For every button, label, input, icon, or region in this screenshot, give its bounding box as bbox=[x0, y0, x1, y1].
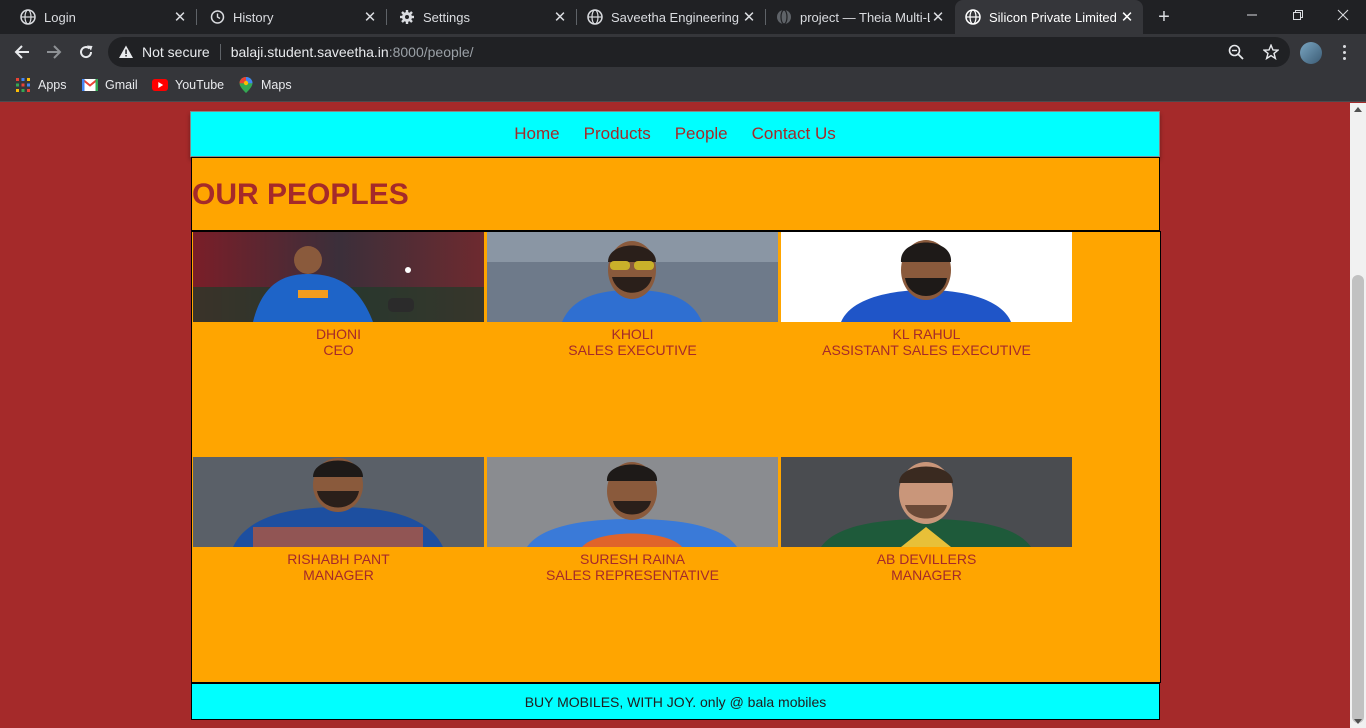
nav-products-link[interactable]: Products bbox=[584, 124, 651, 144]
page-title: OUR PEOPLES bbox=[192, 178, 409, 211]
profile-avatar[interactable] bbox=[1300, 42, 1322, 64]
bookmark-label: YouTube bbox=[175, 78, 225, 92]
heading-section: OUR PEOPLES bbox=[191, 157, 1160, 231]
person-card: SURESH RAINA SALES REPRESENTATIVE bbox=[487, 457, 778, 583]
bookmark-label: Maps bbox=[261, 78, 292, 92]
history-icon bbox=[209, 9, 225, 25]
forward-button[interactable] bbox=[40, 38, 68, 66]
back-button[interactable] bbox=[8, 38, 36, 66]
warning-icon[interactable] bbox=[118, 44, 134, 60]
person-photo bbox=[487, 457, 778, 547]
scroll-up-icon[interactable] bbox=[1354, 107, 1362, 112]
youtube-icon bbox=[152, 77, 168, 93]
person-role: SALES REPRESENTATIVE bbox=[546, 567, 719, 583]
address-bar[interactable]: Not secure balaji.student.saveetha.in:80… bbox=[108, 37, 1290, 67]
person-role: MANAGER bbox=[303, 567, 374, 583]
gear-icon bbox=[399, 9, 415, 25]
scrollbar-thumb[interactable] bbox=[1352, 275, 1364, 723]
minimize-button[interactable] bbox=[1229, 0, 1275, 30]
tab-strip: Login ✕ History ✕ Settings ✕ Saveetha En… bbox=[0, 0, 1366, 34]
address-divider bbox=[219, 44, 221, 60]
reload-icon bbox=[80, 45, 93, 59]
person-photo bbox=[193, 457, 484, 547]
tab-saveetha[interactable]: Saveetha Engineering C ✕ bbox=[577, 0, 765, 34]
site-footer: BUY MOBILES, WITH JOY. only @ bala mobil… bbox=[191, 683, 1160, 720]
person-photo bbox=[487, 232, 778, 322]
site-nav: Home Products People Contact Us bbox=[190, 111, 1160, 157]
person-role: CEO bbox=[323, 342, 354, 358]
tab-title: Settings bbox=[423, 9, 470, 25]
person-photo bbox=[193, 232, 484, 322]
page-scrollbar[interactable] bbox=[1350, 103, 1366, 728]
bookmark-apps[interactable]: Apps bbox=[15, 70, 67, 100]
new-tab-button[interactable]: + bbox=[1153, 6, 1175, 28]
gmail-icon bbox=[82, 77, 98, 93]
close-icon[interactable]: ✕ bbox=[552, 9, 568, 26]
person-name: DHONI bbox=[315, 326, 362, 342]
maps-pin-icon bbox=[238, 77, 254, 93]
tab-theia[interactable]: project — Theia Multi-L ✕ bbox=[766, 0, 954, 34]
star-icon[interactable] bbox=[1263, 37, 1279, 67]
nav-contact-link[interactable]: Contact Us bbox=[752, 124, 836, 144]
tab-history[interactable]: History ✕ bbox=[197, 0, 386, 34]
menu-kebab-icon[interactable] bbox=[1334, 42, 1354, 62]
security-label[interactable]: Not secure bbox=[142, 44, 210, 60]
apps-grid-icon bbox=[15, 77, 31, 93]
person-name: KHOLI bbox=[611, 326, 654, 342]
globe-icon bbox=[965, 9, 981, 25]
close-icon[interactable]: ✕ bbox=[362, 9, 378, 26]
person-name: AB DEVILLERS bbox=[876, 551, 977, 567]
page-viewport: Home Products People Contact Us OUR PEOP… bbox=[0, 103, 1350, 728]
scroll-down-icon[interactable] bbox=[1354, 719, 1362, 724]
person-card: AB DEVILLERS MANAGER bbox=[781, 457, 1072, 583]
footer-text: BUY MOBILES, WITH JOY. only @ bala mobil… bbox=[524, 693, 827, 710]
tab-title: Saveetha Engineering C bbox=[611, 9, 741, 25]
person-role: SALES EXECUTIVE bbox=[568, 342, 697, 358]
close-window-button[interactable] bbox=[1320, 0, 1366, 30]
bookmarks-bar: Apps Gmail YouTube Maps bbox=[0, 70, 1366, 102]
bookmark-youtube[interactable]: YouTube bbox=[152, 70, 224, 100]
tab-title: Login bbox=[44, 9, 76, 25]
person-name: RISHABH PANT bbox=[287, 551, 390, 567]
tab-silicon-active[interactable]: Silicon Private Limited ✕ bbox=[955, 0, 1143, 34]
bookmark-gmail[interactable]: Gmail bbox=[82, 70, 138, 100]
nav-people-link[interactable]: People bbox=[675, 124, 728, 144]
close-icon[interactable]: ✕ bbox=[741, 9, 757, 26]
arrow-right-icon bbox=[47, 45, 62, 59]
tab-title: History bbox=[233, 9, 274, 25]
globe-icon bbox=[20, 9, 36, 25]
arrow-left-icon bbox=[14, 45, 29, 59]
person-card: RISHABH PANT MANAGER bbox=[193, 457, 484, 583]
restore-button[interactable] bbox=[1275, 0, 1321, 30]
person-role: MANAGER bbox=[891, 567, 962, 583]
bookmark-maps[interactable]: Maps bbox=[238, 70, 292, 100]
person-role: ASSISTANT SALES EXECUTIVE bbox=[822, 342, 1031, 358]
tab-settings[interactable]: Settings ✕ bbox=[387, 0, 576, 34]
tab-title: project — Theia Multi-L bbox=[800, 9, 930, 25]
nav-home-link[interactable]: Home bbox=[514, 124, 559, 144]
people-grid: DHONI CEO KHOLI SALES EXECUTIVE KL RAHUL… bbox=[191, 231, 1161, 683]
bookmark-label: Apps bbox=[38, 78, 67, 92]
person-card: KL RAHUL ASSISTANT SALES EXECUTIVE bbox=[781, 232, 1072, 358]
close-icon[interactable]: ✕ bbox=[1119, 9, 1135, 26]
url-host: balaji.student.saveetha.in bbox=[230, 44, 389, 60]
person-photo bbox=[781, 457, 1072, 547]
close-icon[interactable]: ✕ bbox=[930, 9, 946, 26]
bookmark-label: Gmail bbox=[105, 78, 138, 92]
globe-icon bbox=[776, 9, 792, 25]
globe-icon bbox=[587, 9, 603, 25]
person-photo bbox=[781, 232, 1072, 322]
person-card: DHONI CEO bbox=[193, 232, 484, 358]
person-name: KL RAHUL bbox=[892, 326, 961, 342]
zoom-icon[interactable] bbox=[1228, 37, 1244, 67]
tab-login[interactable]: Login ✕ bbox=[0, 0, 196, 34]
browser-toolbar: Not secure balaji.student.saveetha.in:80… bbox=[0, 34, 1366, 70]
url-path: :8000/people/ bbox=[388, 44, 474, 60]
tab-title: Silicon Private Limited bbox=[989, 9, 1117, 25]
person-card: KHOLI SALES EXECUTIVE bbox=[487, 232, 778, 358]
reload-button[interactable] bbox=[72, 38, 100, 66]
close-icon[interactable]: ✕ bbox=[172, 9, 188, 26]
person-name: SURESH RAINA bbox=[579, 551, 686, 567]
